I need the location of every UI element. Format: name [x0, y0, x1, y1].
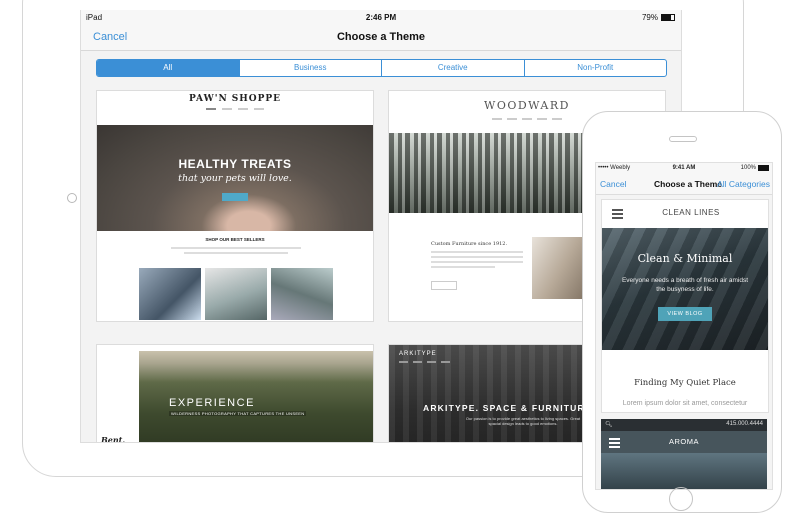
cat-photo [271, 268, 333, 320]
theme-heading: Custom Furniture since 1912. [431, 241, 508, 247]
cat-photo [205, 268, 267, 320]
tab-creative[interactable]: Creative [382, 60, 525, 76]
hero-title: EXPERIENCE [169, 397, 255, 409]
theme-card-pawn-shoppe[interactable]: PAW'N SHOPPE HEALTHY TREATS that your pe… [96, 90, 374, 322]
search-icon: 🔍︎ [605, 422, 613, 428]
status-time: 2:46 PM [365, 13, 397, 22]
theme-card-aroma[interactable]: 🔍︎ 415.000.4444 AROMA [601, 419, 767, 489]
theme-navbar: AROMA [601, 431, 767, 453]
theme-name: AROMA [668, 437, 699, 446]
hero-text: Everyone needs a breath of fresh air ami… [621, 277, 749, 293]
dog-photo [139, 268, 201, 320]
theme-name: CLEAN LINES [662, 208, 720, 217]
iphone-navigation-bar: Cancel Choose a Theme All Categories [596, 174, 772, 195]
battery-indicator: 79% [642, 13, 675, 22]
category-segmented-control: All Business Creative Non-Profit [96, 59, 667, 77]
speaker-grille [669, 136, 697, 142]
hero-subtitle: that your pets will love. [178, 173, 292, 184]
battery-indicator: 100% [741, 165, 769, 171]
theme-logo: PAW'N SHOPPE [188, 94, 282, 104]
signature-logo: Bent. [101, 435, 126, 443]
hero-button [222, 193, 248, 201]
tab-non-profit[interactable]: Non-Profit [525, 60, 667, 76]
theme-hero-image: HEALTHY TREATS that your pets will love. [97, 125, 373, 231]
tab-all[interactable]: All [97, 60, 240, 76]
hero-subtitle: Our passion is to provide great aestheti… [465, 416, 581, 426]
theme-top-bar: 🔍︎ 415.000.4444 [601, 419, 767, 431]
theme-hero-image: Clean & Minimal Everyone needs a breath … [602, 228, 768, 350]
theme-menu [399, 361, 450, 363]
theme-hero-image [601, 453, 767, 489]
theme-card-clean-lines[interactable]: CLEAN LINES Clean & Minimal Everyone nee… [601, 199, 769, 413]
hero-title: Clean & Minimal [637, 252, 733, 265]
page-title: Choose a Theme [654, 179, 723, 189]
ipad-navigation-bar: Cancel Choose a Theme [81, 26, 681, 51]
product-thumbnails [139, 268, 333, 320]
hero-subtitle: WILDERNESS PHOTOGRAPHY THAT CAPTURES THE… [169, 411, 307, 416]
post-title: Finding My Quiet Place [634, 378, 736, 388]
iphone-screen: ••••• Weebly 9:41 AM 100% Cancel Choose … [595, 162, 773, 490]
ipad-status-bar: iPad 2:46 PM 79% [81, 10, 681, 26]
view-blog-button: VIEW BLOG [658, 307, 712, 321]
theme-card-experience[interactable]: EXPERIENCE WILDERNESS PHOTOGRAPHY THAT C… [96, 344, 374, 443]
cancel-button[interactable]: Cancel [600, 179, 626, 189]
post-excerpt: Lorem ipsum dolor sit amet, consectetur [622, 400, 748, 407]
theme-logo: ARKITYPE [399, 351, 437, 357]
phone-number: 415.000.4444 [726, 421, 763, 427]
all-categories-button[interactable]: All Categories [717, 179, 770, 189]
tab-business[interactable]: Business [240, 60, 382, 76]
battery-percent: 79% [641, 13, 658, 22]
theme-menu [97, 108, 373, 110]
iphone-home-button [669, 487, 693, 511]
iphone-device: ••••• Weebly 9:41 AM 100% Cancel Choose … [582, 111, 782, 513]
placeholder-text-lines [431, 251, 523, 271]
hero-title: HEALTHY TREATS [178, 157, 292, 171]
battery-icon [758, 165, 769, 171]
section-title: SHOP OUR BEST SELLERS [205, 237, 265, 242]
iphone-status-bar: ••••• Weebly 9:41 AM 100% [596, 163, 772, 174]
ipad-home-button [67, 193, 77, 203]
battery-icon [661, 14, 675, 21]
battery-percent: 100% [740, 165, 756, 171]
page-title: Choose a Theme [336, 31, 426, 43]
read-more-button [431, 281, 457, 290]
hero-title: ARKITYPE. SPACE & FURNITURE [423, 403, 592, 413]
placeholder-text-lines [171, 247, 301, 257]
